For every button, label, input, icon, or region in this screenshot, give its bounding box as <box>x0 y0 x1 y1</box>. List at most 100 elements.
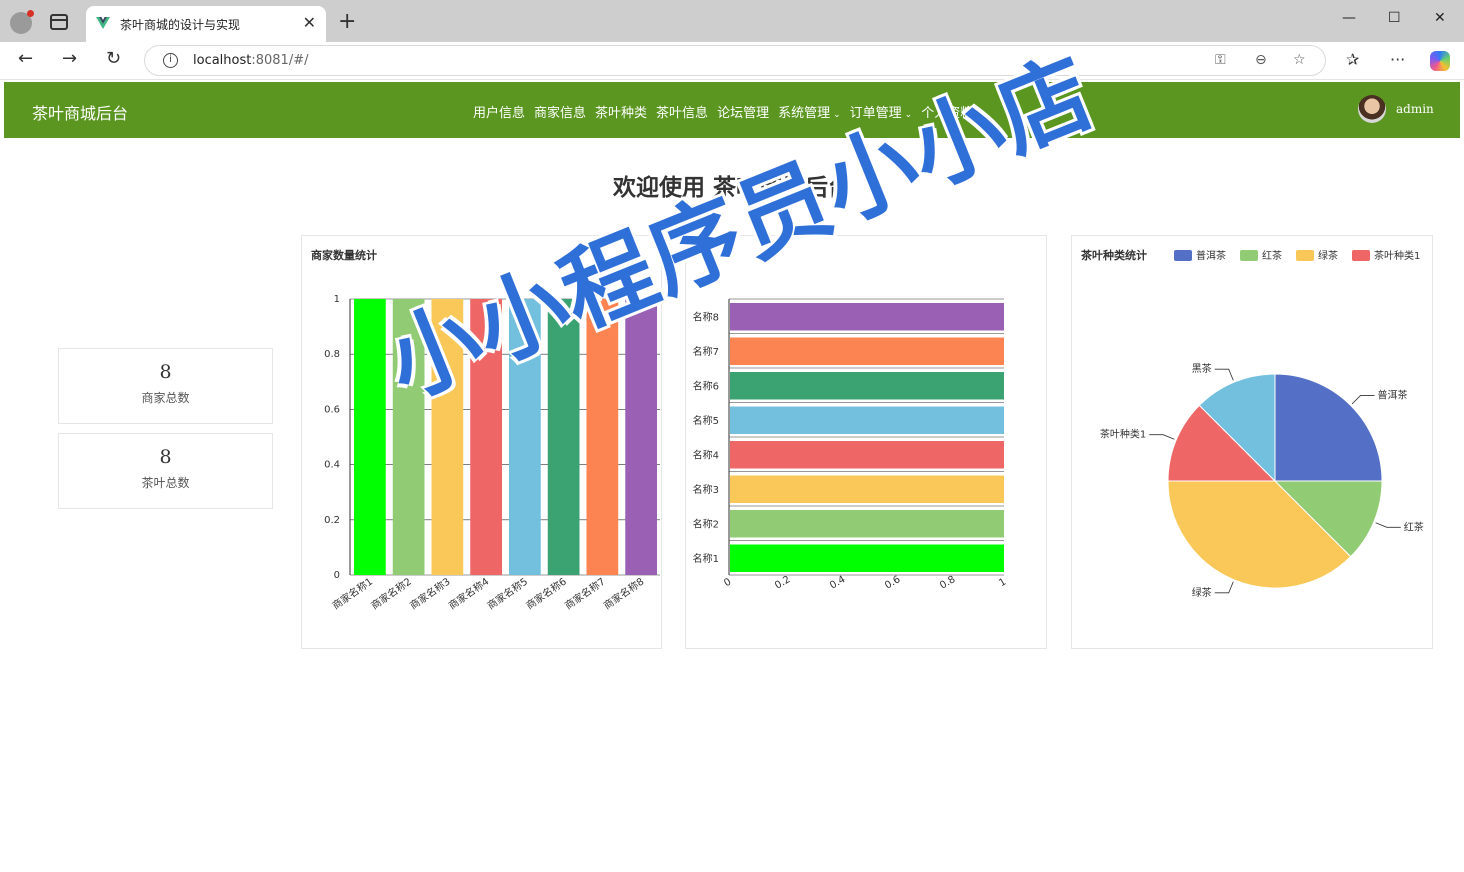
nav-item-label: 论坛管理 <box>717 106 770 121</box>
stat-value: 8 <box>159 446 172 468</box>
nav-item-label: 茶叶信息 <box>656 106 709 121</box>
minimize-icon[interactable]: — <box>1342 10 1356 26</box>
y-tick-label: 0 <box>334 570 340 581</box>
nav-item-1[interactable]: 商家信息 <box>534 102 586 121</box>
browser-toolbar: ← → ↻ i localhost:8081/#/ ⚿ ⊖ ☆ ✰ ··· <box>0 42 1464 80</box>
vue-logo-icon <box>96 17 110 29</box>
pie-slice-label: 茶叶种类1 <box>1100 428 1146 441</box>
x-category-label: 商家名称4 <box>446 575 491 612</box>
forward-icon[interactable]: → <box>62 48 77 69</box>
x-category-label: 商家名称7 <box>562 575 607 612</box>
y-tick-label: 1 <box>334 294 340 305</box>
pie-slice-label: 普洱茶 <box>1378 388 1408 401</box>
x-category-label: 商家名称8 <box>601 575 646 612</box>
maximize-icon[interactable]: ☐ <box>1388 10 1401 26</box>
chart-card-tea-types: 茶叶种类统计普洱茶红茶绿茶茶叶种类1黑茶普洱茶红茶绿茶茶叶种类1黑茶 <box>1071 235 1433 649</box>
copilot-icon[interactable] <box>1430 51 1450 71</box>
username[interactable]: admin <box>1396 102 1434 116</box>
avatar[interactable] <box>1358 95 1386 123</box>
bar <box>730 372 1004 400</box>
favorite-star-icon[interactable]: ☆ <box>1293 52 1306 68</box>
nav-item-label: 用户信息 <box>473 106 526 121</box>
y-category-label: 名称4 <box>693 448 719 461</box>
legend-label: 普洱茶 <box>1196 249 1226 262</box>
x-tick-label: 1 <box>997 576 1008 589</box>
reload-icon[interactable]: ↻ <box>106 48 121 69</box>
nav-item-4[interactable]: 论坛管理 <box>717 102 769 121</box>
nav-item-2[interactable]: 茶叶种类 <box>595 102 647 121</box>
bar <box>730 510 1004 538</box>
app-root: 茶叶商城后台 用户信息 商家信息 茶叶种类 茶叶信息 论坛管理 系统管理 ⌄ 订单管理 ⌄ 个人资… <box>4 38 1460 872</box>
chart-title: 茶叶种类统计 <box>1080 248 1147 262</box>
pie-label-line <box>1375 522 1401 528</box>
pie-label-line <box>1149 434 1175 440</box>
close-window-icon[interactable]: ✕ <box>1434 10 1446 26</box>
pie-label-line <box>1214 581 1234 594</box>
zoom-icon[interactable]: ⊖ <box>1255 52 1267 68</box>
pie-slice <box>1274 373 1383 482</box>
x-tick-label: 0.6 <box>883 574 902 591</box>
tab-strip: 茶叶商城的设计与实现 ✕ + — ☐ ✕ <box>0 0 1464 42</box>
tab-actions-icon[interactable] <box>50 14 68 30</box>
x-category-label: 商家名称3 <box>407 575 452 612</box>
chart-title: 商家数量统计 <box>311 248 377 262</box>
browser-window: 茶叶商城的设计与实现 ✕ + — ☐ ✕ ← → ↻ i localhost:8… <box>0 0 1464 872</box>
app-brand: 茶叶商城后台 <box>32 104 129 123</box>
x-tick-label: 0 <box>722 576 733 589</box>
stat-value: 8 <box>159 361 172 383</box>
bar <box>730 303 1004 331</box>
horizontal-bar-chart: 名称1 名称2 名称3 名称4 名称5 名称6 名称7 名称8 0 0.2 0.4 0.6 0.8 1 <box>693 298 1008 592</box>
url-text: localhost:8081/#/ <box>193 53 309 68</box>
bar <box>730 337 1004 365</box>
tab-title: 茶叶商城的设计与实现 <box>120 18 241 32</box>
favorites-icon[interactable]: ✰ <box>1346 50 1359 69</box>
pie-slice-label: 红茶 <box>1404 520 1424 533</box>
x-category-label: 商家名称5 <box>485 575 530 612</box>
y-tick-label: 0.4 <box>324 460 340 471</box>
close-tab-icon[interactable]: ✕ <box>303 13 316 32</box>
chart-card-horizontal: 名称1 名称2 名称3 名称4 名称5 名称6 名称7 名称8 0 0.2 0.4 0.6 0.8 1 <box>685 235 1047 649</box>
key-icon[interactable]: ⚿ <box>1215 52 1226 68</box>
legend-swatch <box>1240 250 1258 261</box>
y-tick-label: 0.6 <box>324 404 340 415</box>
back-icon[interactable]: ← <box>18 48 33 69</box>
legend-swatch <box>1296 250 1314 261</box>
pie-label-line <box>1351 395 1375 405</box>
y-category-label: 名称7 <box>693 345 719 358</box>
nav-item-0[interactable]: 用户信息 <box>473 102 525 121</box>
nav-item-label: 商家信息 <box>534 106 587 121</box>
x-tick-label: 0.2 <box>773 574 792 591</box>
legend-label: 茶叶种类1 <box>1374 249 1420 262</box>
legend-label: 绿茶 <box>1318 249 1338 262</box>
legend-swatch <box>1174 250 1192 261</box>
y-category-label: 名称1 <box>693 552 719 565</box>
browser-tab[interactable]: 茶叶商城的设计与实现 ✕ <box>86 6 326 42</box>
y-tick-label: 0.2 <box>324 515 340 526</box>
pie-slice-label: 绿茶 <box>1192 586 1212 599</box>
nav-item-3[interactable]: 茶叶信息 <box>656 102 708 121</box>
site-info-icon[interactable]: i <box>163 53 178 68</box>
y-category-label: 名称3 <box>693 483 719 496</box>
x-category-label: 商家名称6 <box>523 575 568 612</box>
x-tick-label: 0.8 <box>938 574 957 591</box>
app-header: 茶叶商城后台 用户信息 商家信息 茶叶种类 茶叶信息 论坛管理 系统管理 ⌄ 订单管理 ⌄ 个人资… <box>4 82 1460 138</box>
bar <box>730 441 1004 469</box>
stat-card-merchants: 8 商家总数 <box>58 348 273 424</box>
bar <box>625 299 657 575</box>
address-bar[interactable]: i localhost:8081/#/ ⚿ ⊖ ☆ <box>144 45 1326 76</box>
bar <box>730 544 1004 572</box>
y-category-label: 名称2 <box>693 517 719 530</box>
profile-icon[interactable] <box>10 10 34 34</box>
pie-slice-label: 黑茶 <box>1192 362 1212 375</box>
nav-item-label: 茶叶种类 <box>595 106 648 121</box>
pie-label-line <box>1214 368 1234 381</box>
new-tab-icon[interactable]: + <box>338 9 356 34</box>
legend-swatch <box>1352 250 1370 261</box>
stat-label: 茶叶总数 <box>141 476 190 490</box>
y-tick-label: 0.8 <box>324 349 340 360</box>
pie-chart: 茶叶种类统计普洱茶红茶绿茶茶叶种类1黑茶普洱茶红茶绿茶茶叶种类1黑茶 <box>1080 248 1424 599</box>
more-menu-icon[interactable]: ··· <box>1390 50 1405 69</box>
legend-label: 红茶 <box>1262 249 1282 262</box>
stat-card-teas: 8 茶叶总数 <box>58 433 273 509</box>
y-category-label: 名称8 <box>693 310 719 323</box>
